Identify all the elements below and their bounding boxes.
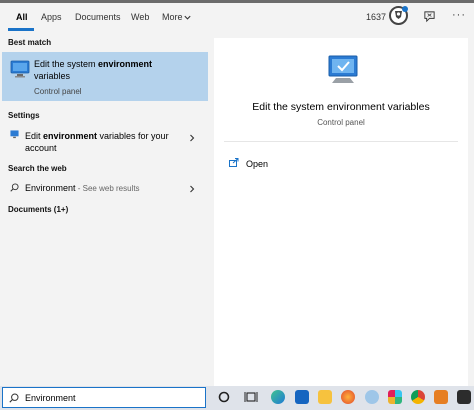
search-panel: All Apps Documents Web More 1637 ··· Bes… bbox=[0, 3, 474, 386]
system-properties-icon bbox=[328, 55, 358, 83]
app2-icon[interactable] bbox=[434, 390, 448, 404]
search-icon bbox=[10, 183, 19, 192]
preview-title: Edit the system environment variables bbox=[252, 101, 430, 113]
chevron-right-icon[interactable] bbox=[188, 185, 196, 193]
section-settings: Settings bbox=[8, 111, 40, 120]
edge-icon[interactable] bbox=[271, 390, 285, 404]
section-search-web: Search the web bbox=[8, 164, 67, 173]
rewards-points: 1637 bbox=[366, 12, 387, 22]
taskbar-search-box[interactable]: Environment bbox=[2, 387, 206, 408]
task-view-icon[interactable] bbox=[244, 390, 258, 404]
tab-more[interactable]: More bbox=[162, 12, 183, 22]
tab-selected-indicator bbox=[8, 28, 34, 31]
app-icon[interactable] bbox=[365, 390, 379, 404]
open-action[interactable]: Open bbox=[246, 159, 268, 169]
monitor-icon bbox=[10, 60, 30, 78]
taskbar-search-input[interactable]: Environment bbox=[25, 393, 76, 403]
chevron-right-icon[interactable] bbox=[188, 134, 196, 142]
feedback-icon[interactable] bbox=[423, 10, 436, 23]
cortana-icon[interactable] bbox=[217, 390, 231, 404]
chevron-down-icon[interactable] bbox=[183, 13, 192, 22]
divider bbox=[224, 141, 458, 142]
tab-apps[interactable]: Apps bbox=[41, 12, 62, 22]
more-options-icon[interactable]: ··· bbox=[452, 9, 466, 21]
section-documents[interactable]: Documents (1+) bbox=[8, 205, 68, 214]
web-result-label: Environment - See web results bbox=[25, 183, 140, 193]
best-match-title: Edit the system environment variables bbox=[34, 59, 153, 81]
best-match-subtitle: Control panel bbox=[34, 87, 82, 96]
tab-bar: All Apps Documents Web More 1637 ··· bbox=[0, 3, 474, 32]
firefox-icon[interactable] bbox=[341, 390, 355, 404]
notification-dot bbox=[402, 6, 408, 12]
preview-pane: Edit the system environment variables Co… bbox=[214, 38, 468, 386]
file-explorer-icon[interactable] bbox=[295, 390, 309, 404]
tab-documents[interactable]: Documents bbox=[75, 12, 121, 22]
taskbar: Environment bbox=[0, 386, 474, 410]
results-list: Best match Edit the system environment v… bbox=[0, 32, 208, 386]
settings-result[interactable]: Edit environment variables for your acco… bbox=[2, 127, 208, 153]
settings-result-label: Edit environment variables for your acco… bbox=[25, 131, 169, 153]
settings-monitor-icon bbox=[10, 130, 19, 139]
app3-icon[interactable] bbox=[457, 390, 471, 404]
folder-icon[interactable] bbox=[318, 390, 332, 404]
web-result[interactable]: Environment - See web results bbox=[2, 180, 208, 196]
tab-web[interactable]: Web bbox=[131, 12, 149, 22]
slack-icon[interactable] bbox=[388, 390, 402, 404]
best-match-result[interactable]: Edit the system environment variables Co… bbox=[2, 52, 208, 101]
tab-all[interactable]: All bbox=[16, 12, 28, 22]
search-icon bbox=[9, 393, 19, 403]
preview-subtitle: Control panel bbox=[317, 118, 365, 127]
section-best-match: Best match bbox=[8, 38, 52, 47]
chrome-icon[interactable] bbox=[411, 390, 425, 404]
open-icon bbox=[229, 158, 239, 167]
